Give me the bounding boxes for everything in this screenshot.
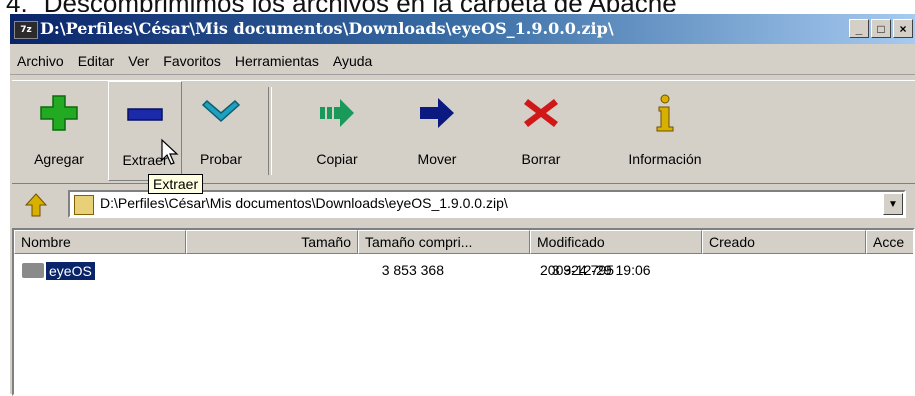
title-bar[interactable]: 7z D:\Perfiles\César\Mis documentos\Down… <box>10 14 915 44</box>
row-name: eyeOS <box>46 262 95 280</box>
extract-button[interactable]: Extraer <box>108 81 182 181</box>
file-list[interactable]: Nombre Tamaño Tamaño compri... Modificad… <box>12 228 915 396</box>
tooltip: Extraer <box>148 174 204 194</box>
info-icon <box>656 94 674 132</box>
menu-ayuda[interactable]: Ayuda <box>326 53 379 69</box>
toolbar: Agregar Extraer Probar Copiar Mover Borr… <box>12 80 915 184</box>
app-icon: 7z <box>14 21 38 39</box>
copy-label: Copiar <box>316 151 358 167</box>
move-arrow-icon <box>420 98 454 128</box>
delete-button[interactable]: Borrar <box>496 81 586 181</box>
close-button[interactable]: × <box>893 19 913 38</box>
add-label: Agregar <box>34 151 84 167</box>
zip-file-icon <box>74 195 94 215</box>
move-button[interactable]: Mover <box>392 81 482 181</box>
table-row[interactable]: eyeOS 3 853 368 3 324 795 2009-12-29 19:… <box>14 260 913 282</box>
mouse-cursor-icon <box>161 138 179 165</box>
address-path: D:\Perfiles\César\Mis documentos\Downloa… <box>100 195 508 211</box>
copy-arrow-icon <box>320 99 354 127</box>
copy-button[interactable]: Copiar <box>294 81 380 181</box>
caption: 4. Descomprimimos los archivos en la carp… <box>0 0 915 12</box>
menu-favoritos[interactable]: Favoritos <box>156 53 228 69</box>
delete-label: Borrar <box>521 151 561 167</box>
window-controls: _ □ × <box>849 19 913 38</box>
col-acceso[interactable]: Acce <box>866 230 913 254</box>
menu-archivo[interactable]: Archivo <box>10 53 71 69</box>
minus-icon <box>127 108 163 121</box>
row-modified: 2009-12-29 19:06 <box>540 262 651 278</box>
minimize-button[interactable]: _ <box>849 19 869 38</box>
up-folder-icon[interactable] <box>22 192 50 218</box>
info-label: Información <box>628 151 702 167</box>
col-modificado[interactable]: Modificado <box>530 230 702 254</box>
col-tamano[interactable]: Tamaño <box>186 230 358 254</box>
caption-number: 4. <box>6 0 28 12</box>
menu-bar: Archivo Editar Ver Favoritos Herramienta… <box>10 48 915 75</box>
test-label: Probar <box>199 151 243 167</box>
address-dropdown-icon[interactable]: ▼ <box>883 193 903 215</box>
menu-editar[interactable]: Editar <box>71 53 122 69</box>
col-nombre[interactable]: Nombre <box>14 230 186 254</box>
add-button[interactable]: Agregar <box>16 81 102 181</box>
move-label: Mover <box>417 151 457 167</box>
delete-x-icon <box>524 99 558 127</box>
archive-window: 7z D:\Perfiles\César\Mis documentos\Down… <box>8 12 915 396</box>
menu-herramientas[interactable]: Herramientas <box>228 53 326 69</box>
plus-icon <box>40 95 78 131</box>
col-creado[interactable]: Creado <box>702 230 866 254</box>
col-tamano-comprimido[interactable]: Tamaño compri... <box>358 230 530 254</box>
window-title: D:\Perfiles\César\Mis documentos\Downloa… <box>40 19 614 38</box>
row-size: 3 853 368 <box>381 262 444 278</box>
column-headers: Nombre Tamaño Tamaño compri... Modificad… <box>14 230 913 254</box>
caption-text: Descomprimimos los archivos en la carpet… <box>44 0 677 12</box>
maximize-button[interactable]: □ <box>871 19 891 38</box>
menu-ver[interactable]: Ver <box>121 53 156 69</box>
toolbar-separator <box>268 87 272 175</box>
test-button[interactable]: Probar <box>184 81 258 181</box>
check-icon <box>201 99 241 123</box>
info-button[interactable]: Información <box>610 81 720 181</box>
folder-icon <box>22 263 44 278</box>
address-field[interactable]: D:\Perfiles\César\Mis documentos\Downloa… <box>68 190 906 218</box>
